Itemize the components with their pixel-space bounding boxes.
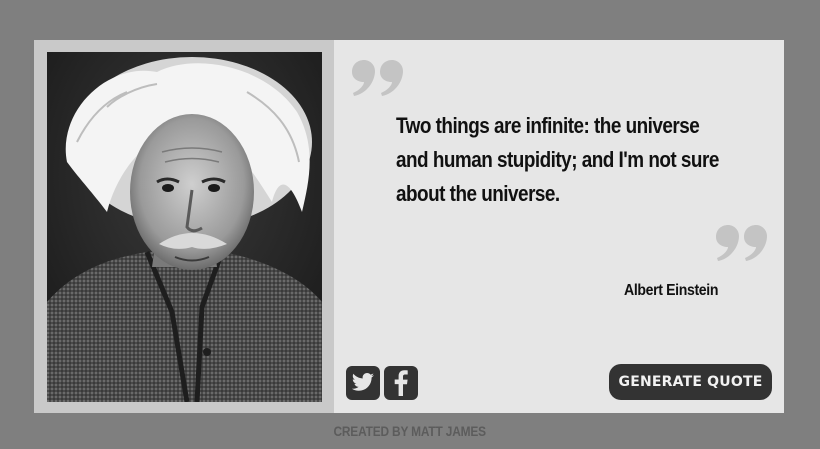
generate-quote-button[interactable]: GENERATE QUOTE [609,364,772,400]
twitter-icon [351,373,374,391]
close-quote-icon [716,225,767,261]
quote-author: Albert Einstein [624,282,719,299]
facebook-icon [394,370,408,396]
social-share [346,366,418,400]
twitter-share-button[interactable] [346,366,380,400]
footer-credit-text: CREATED BY MATT JAMES [333,423,487,439]
open-quote-icon [352,60,403,96]
quote-card: Two things are infinite: the universe an… [34,40,784,413]
portrait-frame [34,40,334,413]
portrait-image [47,52,322,402]
quote-text: Two things are infinite: the universe an… [396,113,719,206]
footer-credit: CREATED BY MATT JAMES [0,423,820,439]
facebook-share-button[interactable] [384,366,418,400]
